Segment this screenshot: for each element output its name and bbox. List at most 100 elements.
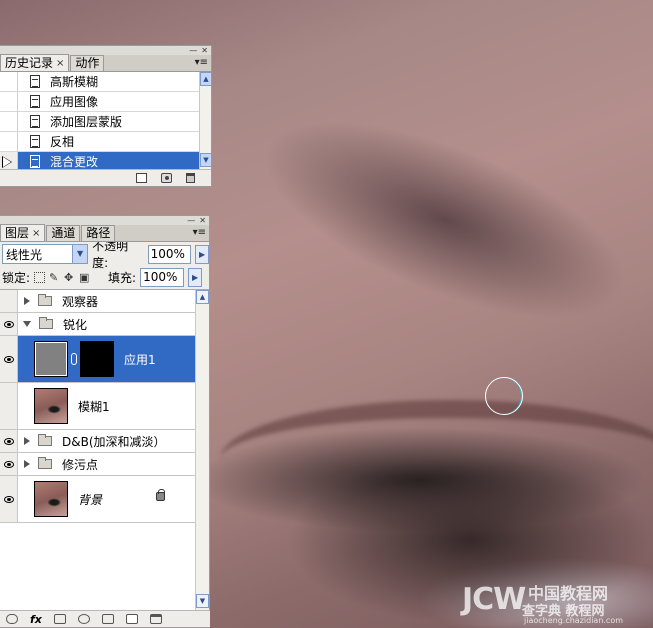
link-icon[interactable] [6, 614, 18, 624]
tab-paths[interactable]: 路径 [81, 225, 116, 241]
fill-slider-icon[interactable]: ▶ [188, 268, 203, 287]
expand-arrow-icon[interactable] [24, 437, 30, 445]
history-state-icon [28, 94, 42, 109]
group-icon[interactable] [101, 614, 114, 624]
collapse-arrow-icon[interactable] [23, 321, 31, 327]
visibility-toggle[interactable] [0, 336, 18, 382]
opacity-input[interactable]: 100% [147, 244, 192, 264]
tab-paths-label: 路径 [86, 226, 111, 240]
tab-actions-label: 动作 [75, 56, 100, 70]
visibility-toggle[interactable] [0, 313, 18, 335]
lock-brush-icon[interactable]: ✎ [49, 272, 60, 283]
eyebrow-area [180, 16, 653, 424]
history-item[interactable]: 反相 [0, 131, 199, 152]
layer-row[interactable]: 锐化 [0, 313, 195, 336]
history-item-label: 混合更改 [50, 155, 99, 169]
lock-transparent-icon[interactable] [34, 272, 46, 283]
new-layer-icon[interactable] [125, 614, 138, 624]
layer-row[interactable]: 观察器 [0, 290, 195, 313]
expand-arrow-icon[interactable] [24, 297, 30, 305]
visibility-toggle[interactable] [0, 290, 18, 312]
history-item[interactable]: 应用图像 [0, 91, 199, 112]
history-item-selected[interactable]: 混合更改 [0, 151, 199, 169]
layer-thumbnail[interactable] [34, 481, 68, 517]
scroll-up-icon[interactable]: ▲ [200, 72, 212, 86]
trash-icon[interactable] [186, 173, 195, 183]
layer-name: 锐化 [63, 317, 88, 332]
history-pointer-cell[interactable] [0, 151, 18, 169]
close-icon[interactable]: ✕ [199, 216, 206, 225]
mask-link-icon[interactable] [71, 353, 77, 365]
layer-name: D&B(加深和减淡） [62, 434, 166, 449]
history-item[interactable]: 添加图层蒙版 [0, 111, 199, 132]
history-scrollbar[interactable]: ▲ ▼ [199, 72, 212, 169]
watermark: JCW 中国教程网 查字典 教程网 jiaocheng.chazidian.co… [462, 578, 652, 626]
new-document-icon[interactable] [136, 173, 147, 183]
adjustment-icon[interactable] [77, 614, 90, 624]
watermark-url: jiaocheng.chazidian.com [524, 616, 624, 625]
snapshot-source-cell[interactable] [0, 72, 18, 92]
layer-thumbnail[interactable] [34, 388, 68, 424]
visibility-toggle[interactable] [0, 430, 18, 452]
folder-icon [38, 434, 52, 446]
camera-snapshot-icon[interactable] [161, 173, 172, 183]
layers-tabbar: 图层 × 通道 路径 ▾≡ [0, 224, 209, 242]
layer-thumbnail[interactable] [34, 341, 68, 377]
layer-row-selected[interactable]: 应用1 [0, 336, 195, 383]
opacity-slider-icon[interactable]: ▶ [195, 244, 209, 264]
visibility-toggle[interactable] [0, 476, 18, 522]
minimize-icon[interactable]: — [189, 46, 197, 55]
layer-name: 修污点 [62, 457, 99, 472]
history-item-label: 反相 [50, 135, 75, 149]
history-item[interactable]: 高斯模糊 [0, 72, 199, 92]
tab-close-icon[interactable]: × [32, 226, 40, 241]
history-state-icon [28, 74, 42, 89]
layer-row[interactable]: D&B(加深和减淡） [0, 430, 195, 453]
scroll-up-icon[interactable]: ▲ [196, 290, 209, 304]
lock-all-icon[interactable]: ▣ [79, 272, 90, 283]
fx-icon[interactable]: fx [30, 613, 42, 626]
layers-scrollbar[interactable]: ▲ ▼ [195, 290, 209, 610]
lock-move-icon[interactable]: ✥ [64, 272, 75, 283]
history-state-icon [28, 114, 42, 129]
tab-channels[interactable]: 通道 [46, 225, 81, 241]
visibility-toggle[interactable] [0, 453, 18, 475]
lock-label: 锁定: [2, 271, 31, 285]
panel-menu-icon[interactable]: ▾≡ [195, 57, 208, 68]
tab-channels-label: 通道 [51, 226, 76, 240]
history-panel: — ✕ 历史记录 × 动作 ▾≡ 高斯模糊 应用图像 添加图层蒙版 反相 混合更… [0, 45, 212, 187]
tab-history[interactable]: 历史记录 × [0, 54, 70, 71]
tab-close-icon[interactable]: × [56, 56, 64, 71]
scroll-down-icon[interactable]: ▼ [196, 594, 209, 608]
history-item-label: 应用图像 [50, 95, 99, 109]
scroll-down-icon[interactable]: ▼ [200, 153, 212, 167]
fill-label: 填充: [108, 271, 137, 285]
visibility-toggle[interactable] [0, 383, 18, 429]
layer-row[interactable]: 修污点 [0, 453, 195, 476]
expand-arrow-icon[interactable] [24, 460, 30, 468]
eye-icon [3, 460, 14, 468]
layer-mask-thumbnail[interactable] [80, 341, 114, 377]
panel-menu-icon[interactable]: ▾≡ [193, 227, 206, 238]
snapshot-source-cell[interactable] [0, 131, 18, 152]
history-footer [0, 169, 211, 186]
snapshot-source-cell[interactable] [0, 91, 18, 112]
layer-row[interactable]: 模糊1 [0, 383, 195, 430]
close-icon[interactable]: ✕ [201, 46, 208, 55]
tab-layers[interactable]: 图层 × [0, 224, 46, 241]
snapshot-source-cell[interactable] [0, 111, 18, 132]
chevron-down-icon[interactable]: ▼ [72, 245, 88, 263]
folder-icon [38, 294, 52, 306]
layer-name: 观察器 [62, 294, 99, 309]
history-pointer-fill [3, 156, 11, 167]
fill-input[interactable]: 100% [140, 268, 185, 287]
layer-row[interactable]: 背景 [0, 476, 195, 523]
mask-icon[interactable] [53, 614, 66, 624]
blend-mode-select[interactable]: 线性光 ▼ [2, 244, 89, 264]
blend-mode-value: 线性光 [6, 247, 43, 262]
eye-icon [3, 437, 14, 445]
tab-actions[interactable]: 动作 [70, 55, 105, 71]
trash-icon[interactable] [149, 614, 162, 624]
minimize-icon[interactable]: — [187, 216, 195, 225]
tab-history-label: 历史记录 [5, 55, 54, 70]
